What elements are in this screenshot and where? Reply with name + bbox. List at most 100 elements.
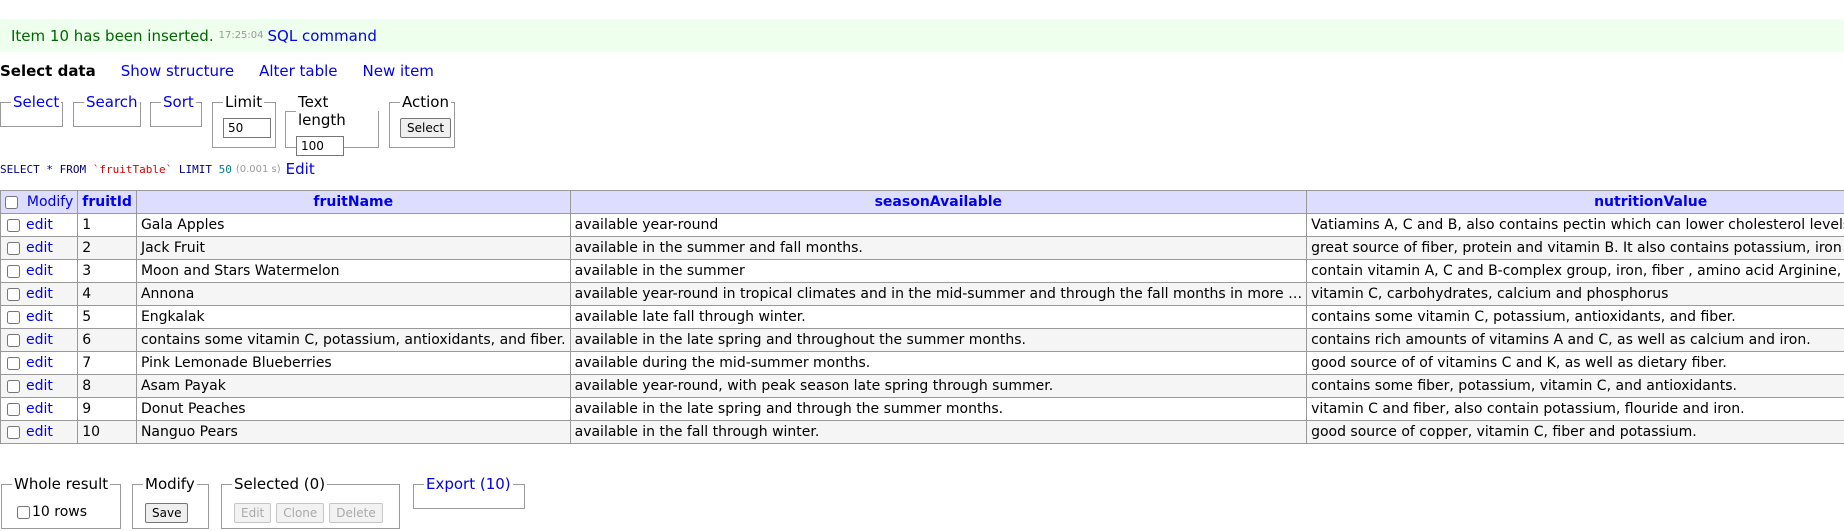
export-legend-link[interactable]: Export (10)	[424, 475, 513, 493]
row-checkbox[interactable]	[7, 310, 20, 324]
cell-fruitId: 8	[77, 374, 137, 398]
show-structure-link[interactable]: Show structure	[121, 62, 234, 82]
table-body: edit 1 Gala Apples available year-round …	[0, 213, 1844, 444]
cell-nutritionValue: contains some fiber, potassium, vitamin …	[1306, 374, 1844, 398]
success-message: Item 10 has been inserted. 17:25:04 SQL …	[0, 19, 1844, 52]
new-item-link[interactable]: New item	[363, 62, 434, 82]
row-checkbox[interactable]	[7, 425, 20, 439]
sort-fieldset: Sort	[150, 93, 202, 127]
table-header-row: Modify fruitId fruitName seasonAvailable…	[0, 190, 1844, 214]
whole-result-label[interactable]: 10 rows	[17, 504, 87, 520]
table-row: edit 4 Annona available year-round in tr…	[0, 282, 1844, 306]
row-edit-link[interactable]: edit	[26, 332, 53, 348]
column-header-fruitName[interactable]: fruitName	[135, 190, 571, 214]
limit-input[interactable]	[223, 118, 271, 138]
row-checkbox[interactable]	[7, 356, 20, 370]
modify-header-label[interactable]: Modify	[27, 194, 73, 210]
cell-fruitId: 9	[77, 397, 137, 421]
results-table: Modify fruitId fruitName seasonAvailable…	[0, 190, 1844, 444]
column-header-seasonAvailable[interactable]: seasonAvailable	[569, 190, 1308, 214]
cell-seasonAvailable: available in the summer and fall months.	[569, 236, 1308, 260]
row-edit-link[interactable]: edit	[26, 217, 53, 233]
row-edit-link[interactable]: edit	[26, 424, 53, 440]
sql-table-name: `fruitTable`	[92, 162, 173, 176]
edit-selected-button[interactable]: Edit	[234, 503, 272, 523]
row-select-cell: edit	[0, 351, 79, 375]
sql-query-line: SELECT * FROM `fruitTable` LIMIT 50 (0.0…	[0, 160, 315, 178]
cell-nutritionValue: great source of fiber, protein and vitam…	[1306, 236, 1844, 260]
rows-count-label: 10 rows	[32, 504, 88, 520]
export-fieldset: Export (10)	[413, 475, 525, 509]
modify-fieldset: Modify Save	[132, 475, 209, 529]
clone-selected-button[interactable]: Clone	[276, 503, 325, 523]
row-edit-link[interactable]: edit	[26, 355, 53, 371]
row-checkbox[interactable]	[7, 264, 20, 278]
row-checkbox[interactable]	[7, 287, 20, 301]
modify-header: Modify	[0, 190, 79, 214]
message-text: Item 10 has been inserted.	[11, 26, 214, 45]
row-select-cell: edit	[0, 305, 79, 329]
sort-legend-link[interactable]: Sort	[161, 93, 196, 111]
edit-query-link[interactable]: Edit	[286, 160, 315, 178]
cell-fruitName: Donut Peaches	[135, 397, 571, 421]
cell-nutritionValue: good source of of vitamins C and K, as w…	[1306, 351, 1844, 375]
table-nav: Select data Show structure Alter table N…	[0, 62, 459, 82]
cell-fruitName: Pink Lemonade Blueberries	[135, 351, 571, 375]
cell-fruitName: Nanguo Pears	[135, 420, 571, 444]
row-select-cell: edit	[0, 282, 79, 306]
row-select-cell: edit	[0, 259, 79, 283]
row-select-cell: edit	[0, 328, 79, 352]
row-edit-link[interactable]: edit	[26, 378, 53, 394]
cell-fruitName: Moon and Stars Watermelon	[135, 259, 571, 283]
row-edit-link[interactable]: edit	[26, 286, 53, 302]
row-edit-link[interactable]: edit	[26, 401, 53, 417]
cell-nutritionValue: contain vitamin A, C and B-complex group…	[1306, 259, 1844, 283]
cell-nutritionValue: contains some vitamin C, potassium, anti…	[1306, 305, 1844, 329]
cell-nutritionValue: Vatiamins A, C and B, also contains pect…	[1306, 213, 1844, 237]
cell-seasonAvailable: available in the summer	[569, 259, 1308, 283]
cell-seasonAvailable: available in the late spring and through…	[569, 397, 1308, 421]
cell-fruitId: 5	[77, 305, 137, 329]
sql-limit-keyword: LIMIT	[178, 162, 212, 176]
row-edit-link[interactable]: edit	[26, 263, 53, 279]
delete-selected-button[interactable]: Delete	[329, 503, 383, 523]
selected-fieldset: Selected (0) Edit Clone Delete	[221, 475, 400, 529]
row-edit-link[interactable]: edit	[26, 240, 53, 256]
modify-legend: Modify	[145, 475, 195, 493]
cell-fruitName: Asam Payak	[135, 374, 571, 398]
cell-fruitName: Jack Fruit	[135, 236, 571, 260]
cell-fruitId: 4	[77, 282, 137, 306]
cell-fruitId: 1	[77, 213, 137, 237]
cell-nutritionValue: good source of copper, vitamin C, fiber …	[1306, 420, 1844, 444]
row-checkbox[interactable]	[7, 379, 20, 393]
message-time: 17:25:04	[218, 30, 264, 41]
select-legend-link[interactable]: Select	[11, 93, 61, 111]
row-edit-link[interactable]: edit	[26, 309, 53, 325]
sql-command-link[interactable]: SQL command	[268, 27, 377, 45]
text-length-input[interactable]	[296, 136, 344, 156]
table-row: edit 7 Pink Lemonade Blueberries availab…	[0, 351, 1844, 375]
whole-result-checkbox[interactable]	[17, 505, 30, 519]
select-button[interactable]: Select	[400, 118, 452, 138]
text-length-fieldset: Text length	[285, 93, 379, 156]
column-header-fruitId[interactable]: fruitId	[77, 190, 137, 214]
cell-nutritionValue: vitamin C, carbohydrates, calcium and ph…	[1306, 282, 1844, 306]
search-legend-link[interactable]: Search	[84, 93, 140, 111]
alter-table-link[interactable]: Alter table	[259, 62, 337, 82]
results-table-wrapper: Modify fruitId fruitName seasonAvailable…	[0, 190, 1844, 444]
row-select-cell: edit	[0, 420, 79, 444]
column-header-nutritionValue[interactable]: nutritionValue	[1306, 190, 1844, 214]
row-checkbox[interactable]	[7, 241, 20, 255]
select-all-checkbox[interactable]	[5, 195, 18, 209]
sql-query: SELECT * FROM `fruitTable` LIMIT 50	[0, 163, 232, 176]
save-button[interactable]: Save	[145, 503, 189, 523]
cell-fruitName: Engkalak	[135, 305, 571, 329]
row-select-cell: edit	[0, 236, 79, 260]
row-checkbox[interactable]	[7, 333, 20, 347]
row-checkbox[interactable]	[7, 402, 20, 416]
cell-nutritionValue: contains rich amounts of vitamins A and …	[1306, 328, 1844, 352]
cell-nutritionValue: vitamin C and fiber, also contain potass…	[1306, 397, 1844, 421]
row-checkbox[interactable]	[7, 218, 20, 232]
table-row: edit 3 Moon and Stars Watermelon availab…	[0, 259, 1844, 283]
limit-legend: Limit	[225, 93, 263, 111]
